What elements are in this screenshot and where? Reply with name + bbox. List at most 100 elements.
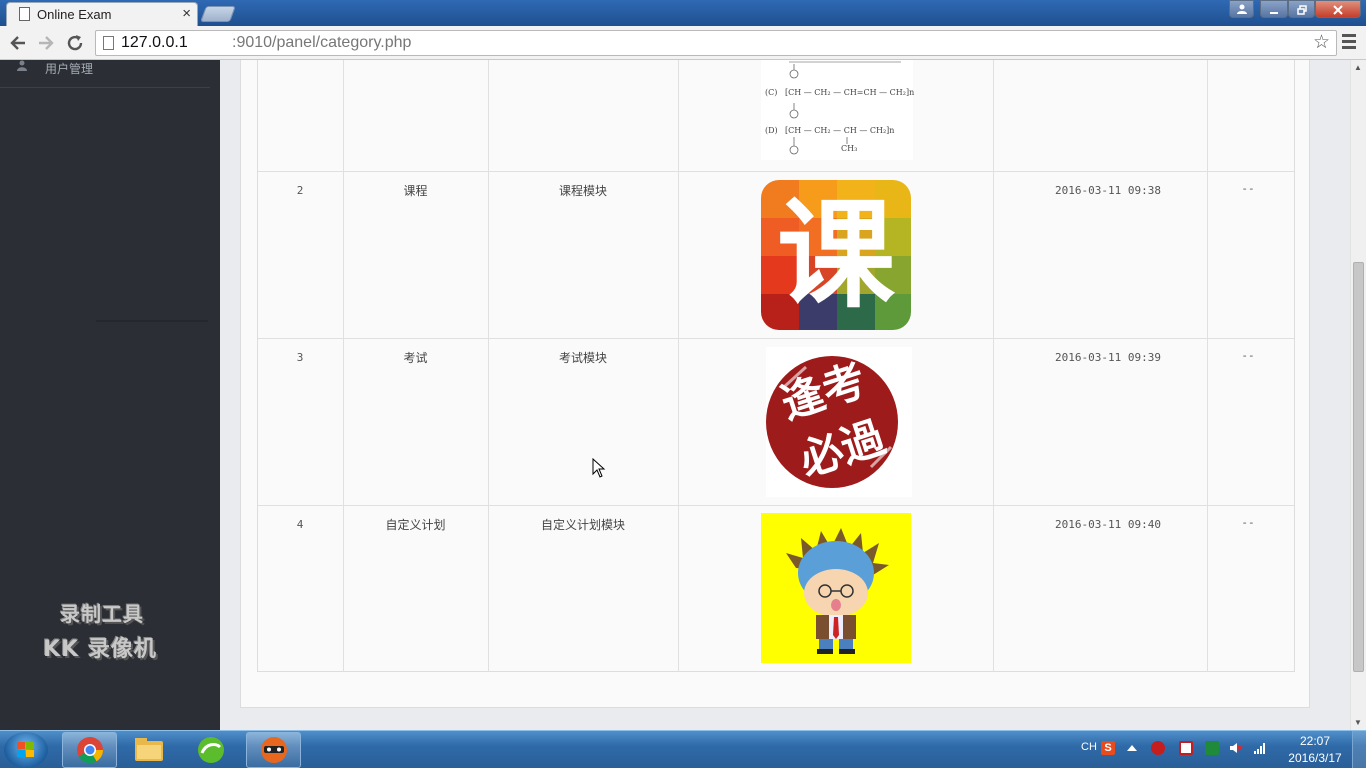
column-divider	[993, 60, 994, 672]
page-icon	[103, 36, 114, 50]
chem-option-c-formula: [CH — CH₂ — CH=CH — CH₂]n	[785, 88, 915, 97]
column-divider	[488, 60, 489, 672]
page-scrollbar[interactable]: ▲ ▼	[1350, 60, 1366, 730]
cartoon-avatar-graphic	[786, 528, 889, 654]
user-icon	[1236, 4, 1247, 14]
row-description: 自定义计划模块	[540, 518, 625, 532]
row-action[interactable]: --	[1233, 516, 1263, 529]
chemistry-question-image: (C) [CH — CH₂ — CH=CH — CH₂]n (D) [CH — …	[761, 60, 915, 160]
row-id: 2	[296, 184, 304, 197]
sidebar-divider	[96, 320, 208, 322]
row-divider	[258, 338, 1294, 339]
page-icon	[19, 7, 30, 21]
profile-button[interactable]	[1229, 0, 1254, 18]
row-description: 考试模块	[558, 351, 607, 365]
menu-icon[interactable]	[1342, 34, 1356, 50]
show-hidden-icons-icon[interactable]	[1127, 745, 1137, 751]
network-signal-icon[interactable]	[1253, 741, 1267, 755]
scroll-down-arrow-icon[interactable]: ▼	[1354, 718, 1362, 727]
kk-recorder-icon	[261, 737, 287, 763]
speaker-icon	[1230, 743, 1243, 753]
start-button[interactable]	[4, 732, 48, 768]
system-clock[interactable]: 22:07 2016/3/17	[1282, 733, 1348, 767]
security-tray-icon[interactable]	[1151, 741, 1165, 755]
row-description: 课程模块	[558, 184, 607, 198]
address-bar[interactable]: 127.0.0.1 :9010/panel/category.php ☆	[95, 30, 1337, 56]
signal-bars-icon	[1254, 743, 1265, 754]
taskbar-chrome-button[interactable]	[62, 732, 117, 768]
language-indicator[interactable]: CH	[1081, 741, 1097, 753]
row-id: 4	[296, 518, 304, 531]
system-tray: CH S	[1075, 731, 1285, 768]
minimize-button[interactable]	[1260, 0, 1288, 18]
row-name: 自定义计划	[385, 518, 446, 532]
reload-icon	[67, 35, 83, 51]
mouse-pointer-icon	[592, 458, 606, 478]
volume-muted-icon[interactable]	[1229, 741, 1243, 755]
taskbar-kk-recorder-button[interactable]	[246, 732, 301, 768]
main-content: (C) [CH — CH₂ — CH=CH — CH₂]n (D) [CH — …	[220, 60, 1350, 730]
browser-tab[interactable]: Online Exam ×	[6, 2, 198, 26]
watermark-line2: KK 录像机	[43, 637, 157, 662]
row-created-time: 2016-03-11 09:39	[1055, 351, 1161, 364]
device-tray-icon[interactable]	[1179, 741, 1193, 755]
arrow-right-icon	[39, 36, 54, 50]
close-tab-icon[interactable]: ×	[182, 5, 191, 22]
restore-icon	[1296, 5, 1307, 15]
url-path: :9010/panel/category.php	[232, 34, 412, 51]
taskbar-app-button[interactable]	[183, 732, 238, 768]
bookmark-star-icon[interactable]: ☆	[1313, 31, 1330, 54]
chem-option-c-label: (C)	[765, 88, 778, 97]
course-icon-text: 课	[776, 186, 895, 324]
arrow-left-icon	[10, 36, 25, 50]
scroll-up-arrow-icon[interactable]: ▲	[1354, 63, 1362, 72]
new-tab-button[interactable]	[200, 6, 236, 22]
back-button[interactable]	[5, 30, 31, 56]
taskbar-explorer-button[interactable]	[121, 732, 176, 768]
chem-option-d-formula: [CH — CH₂ — CH — CH₂]n	[785, 126, 895, 135]
reload-button[interactable]	[62, 30, 88, 56]
sogou-input-icon[interactable]: S	[1101, 741, 1115, 755]
url-host: 127.0.0.1	[121, 34, 188, 51]
watermark-line1: 录制工具	[60, 602, 144, 626]
clock-time: 22:07	[1299, 734, 1331, 748]
row-name: 考试	[403, 351, 428, 365]
minimize-icon	[1270, 12, 1278, 14]
row-name: 课程	[403, 184, 428, 198]
green-app-icon	[198, 737, 224, 763]
chem-structure-drawing	[789, 61, 901, 155]
restore-button[interactable]	[1288, 0, 1315, 18]
row-id: 3	[296, 351, 304, 364]
forward-button[interactable]	[33, 30, 59, 56]
recorder-watermark: 录制工具 KK 录像机	[0, 598, 200, 663]
cartoon-avatar	[761, 513, 911, 663]
windows-logo-icon	[17, 742, 35, 758]
sidebar: 用户管理 录制工具 KK 录像机	[0, 60, 220, 730]
close-icon	[1333, 5, 1343, 15]
green-tray-icon[interactable]	[1205, 741, 1219, 755]
row-action[interactable]: --	[1233, 182, 1263, 195]
sidebar-item-label: 用户管理	[45, 62, 94, 76]
row-divider	[258, 171, 1294, 172]
category-panel: (C) [CH — CH₂ — CH=CH — CH₂]n (D) [CH — …	[240, 60, 1310, 708]
category-table: (C) [CH — CH₂ — CH=CH — CH₂]n (D) [CH — …	[257, 60, 1295, 672]
row-created-time: 2016-03-11 09:40	[1055, 518, 1161, 531]
tab-title: Online Exam	[37, 7, 112, 22]
row-action[interactable]: --	[1233, 349, 1263, 362]
column-divider	[1207, 60, 1208, 672]
scroll-thumb[interactable]	[1353, 262, 1364, 672]
sidebar-item-user-management[interactable]: 用户管理	[0, 60, 210, 88]
column-divider	[678, 60, 679, 672]
row-divider	[258, 505, 1294, 506]
course-icon: 课	[761, 180, 911, 330]
browser-titlebar: Online Exam ×	[0, 0, 1366, 26]
chrome-icon	[77, 737, 104, 764]
chem-option-d-substituent: CH₃	[841, 144, 858, 153]
clock-date: 2016/3/17	[1288, 751, 1342, 765]
user-icon	[17, 60, 27, 71]
close-window-button[interactable]	[1315, 0, 1361, 18]
browser-toolbar: 127.0.0.1 :9010/panel/category.php ☆	[0, 26, 1366, 60]
chem-option-d-label: (D)	[765, 126, 778, 135]
show-desktop-button[interactable]	[1352, 731, 1366, 768]
row-created-time: 2016-03-11 09:38	[1055, 184, 1161, 197]
